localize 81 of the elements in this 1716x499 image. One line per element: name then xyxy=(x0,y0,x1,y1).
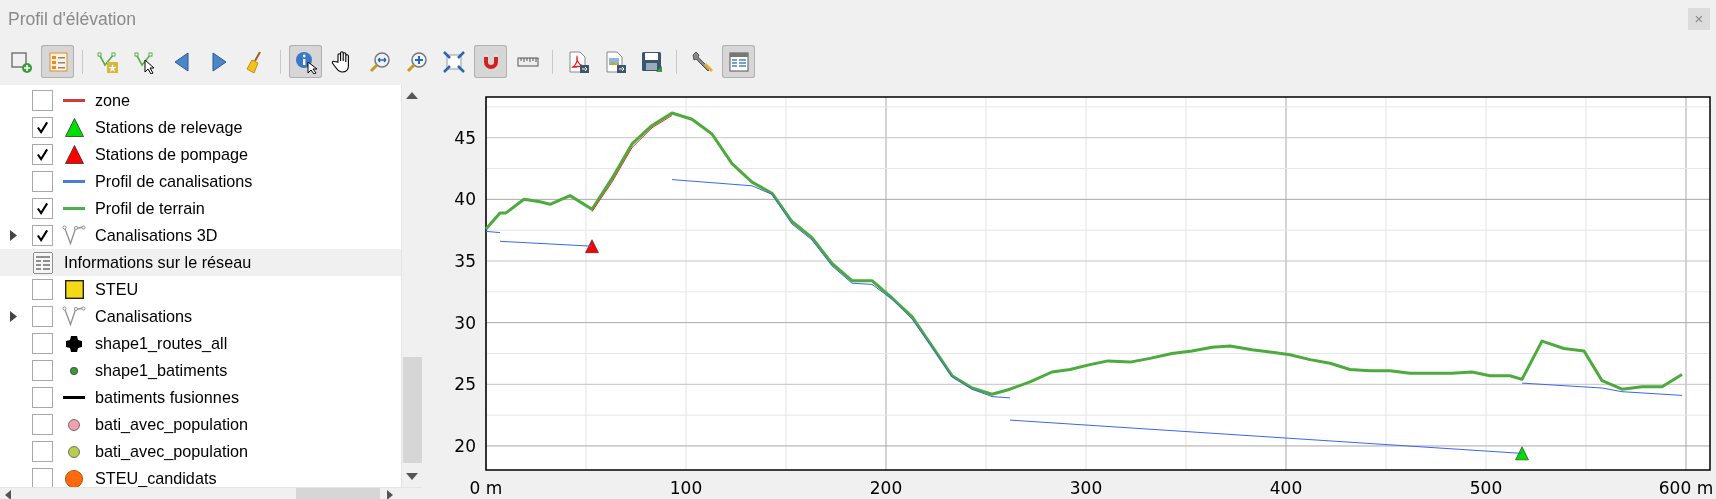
axis-tick-label: 25 xyxy=(454,374,476,395)
layer-row[interactable]: Canalisations xyxy=(0,303,401,330)
layer-name: zone xyxy=(95,91,131,110)
checkbox[interactable] xyxy=(32,306,53,327)
layer-row[interactable]: shape1_batiments xyxy=(0,357,401,384)
checkmark-icon xyxy=(36,202,49,215)
checkbox[interactable] xyxy=(32,333,53,354)
axis-tick-label: 40 xyxy=(454,189,476,210)
layer-name: Canalisations 3D xyxy=(95,226,218,245)
scroll-up-icon[interactable] xyxy=(406,92,418,99)
layer-row[interactable]: Canalisations 3D xyxy=(0,222,401,249)
checkbox[interactable] xyxy=(32,225,53,246)
layer-row[interactable]: STEU xyxy=(0,276,401,303)
scrollbar-thumb[interactable] xyxy=(296,488,380,499)
axis-tick-label: 500 xyxy=(1469,478,1503,498)
scrollbar-thumb[interactable] xyxy=(403,357,422,463)
axis-tick-label: 0 m xyxy=(469,478,503,498)
zoom-extent-icon xyxy=(441,49,466,74)
layer-row[interactable]: Stations de pompage xyxy=(0,141,401,168)
layer-name: STEU_candidats xyxy=(95,469,217,487)
vertex-select-icon xyxy=(132,49,157,74)
identify-icon xyxy=(293,49,318,74)
checkbox[interactable] xyxy=(32,360,53,381)
zoom-in-icon xyxy=(404,49,429,74)
axis-tick-label: 100 xyxy=(669,478,703,498)
scroll-right-icon[interactable] xyxy=(387,490,393,499)
layer-name: Profil de canalisations xyxy=(95,172,253,191)
checkbox[interactable] xyxy=(32,387,53,408)
layer-row[interactable]: bati_avec_population xyxy=(0,411,401,438)
layer-name: Stations de pompage xyxy=(95,145,248,164)
checkmark-icon xyxy=(36,148,49,161)
table-icon xyxy=(726,49,751,74)
layer-name: Stations de relevage xyxy=(95,118,243,137)
checkbox[interactable] xyxy=(32,414,53,435)
layer-name: bati_avec_population xyxy=(95,442,248,461)
layer-row[interactable]: Informations sur le réseau xyxy=(0,249,401,276)
checkmark-icon xyxy=(36,229,49,242)
save-icon xyxy=(639,49,664,74)
layer-row[interactable]: zone xyxy=(0,87,401,114)
checkbox[interactable] xyxy=(32,279,53,300)
axis-tick-label: 600 m xyxy=(1658,478,1714,498)
layer-name: shape1_batiments xyxy=(95,361,228,380)
checkbox[interactable] xyxy=(32,441,53,462)
layer-row[interactable]: Profil de terrain xyxy=(0,195,401,222)
axis-tick-label: 200 xyxy=(869,478,903,498)
expand-arrow-icon[interactable] xyxy=(9,230,17,241)
layer-name: Informations sur le réseau xyxy=(64,253,252,272)
axis-tick-label: 300 xyxy=(1069,478,1103,498)
toolbar-button[interactable] xyxy=(289,45,322,78)
layer-name: bati_avec_population xyxy=(95,415,248,434)
layer-row[interactable]: shape1_routes_all xyxy=(0,330,401,357)
layer-row[interactable]: bati_avec_population xyxy=(0,438,401,465)
scroll-left-icon[interactable] xyxy=(5,490,11,499)
axis-tick-label: 35 xyxy=(454,251,476,271)
checkbox[interactable] xyxy=(32,144,53,165)
checkbox[interactable] xyxy=(32,198,53,219)
layer-name: STEU xyxy=(95,280,139,299)
wrench-icon xyxy=(689,49,714,74)
axis-tick-label: 400 xyxy=(1269,478,1303,498)
layer-row[interactable]: Profil de canalisations xyxy=(0,168,401,195)
layer-row[interactable]: batiments fusionnes xyxy=(0,384,401,411)
checkbox[interactable] xyxy=(32,117,53,138)
zoom-icon xyxy=(367,49,392,74)
checkbox[interactable] xyxy=(32,468,53,487)
layer-name: Canalisations xyxy=(95,307,193,326)
checkmark-icon xyxy=(36,121,49,134)
vertex-star-icon xyxy=(95,49,120,74)
add-layer-icon xyxy=(8,49,33,74)
axis-tick-label: 20 xyxy=(454,435,476,456)
layer-name: Profil de terrain xyxy=(95,199,205,218)
layer-name: batiments fusionnes xyxy=(95,388,239,407)
axis-tick-label: 45 xyxy=(454,127,476,148)
axis-tick-label: 30 xyxy=(454,312,476,333)
layer-row[interactable]: Stations de relevage xyxy=(0,114,401,141)
window-title: Profil d'élévation xyxy=(8,8,136,30)
checkbox[interactable] xyxy=(32,90,53,111)
expand-arrow-icon[interactable] xyxy=(9,311,17,322)
layer-row[interactable]: STEU_candidats xyxy=(0,465,401,487)
scroll-down-icon[interactable] xyxy=(406,473,418,480)
layer-name: shape1_routes_all xyxy=(95,334,228,353)
checkbox[interactable] xyxy=(32,171,53,192)
